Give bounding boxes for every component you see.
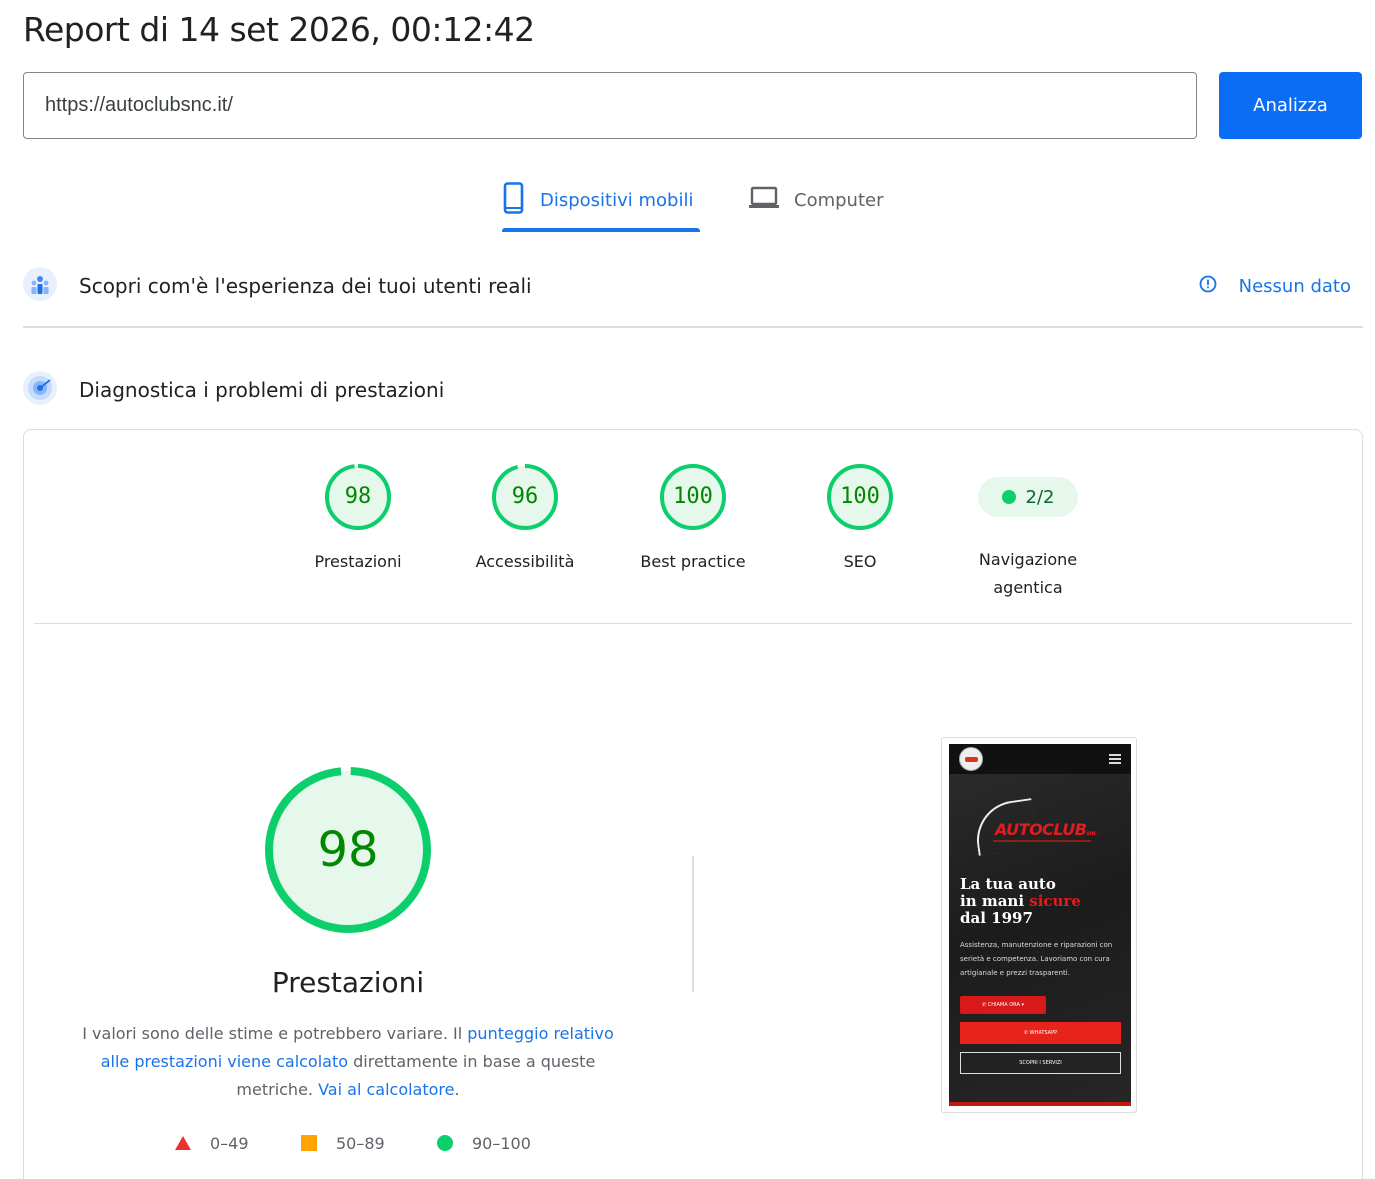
tab-desktop-label: Computer (794, 189, 884, 211)
score-legend: 0–49 50–89 90–100 (174, 1130, 594, 1156)
lab-data-title: Diagnostica i problemi di prestazioni (79, 378, 445, 402)
site-headline: La tua auto in mani sicure dal 1997 (960, 876, 1081, 927)
headline-line2b: sicure (1029, 892, 1081, 910)
performance-description: I valori sono delle stime e potrebbero v… (68, 1020, 628, 1104)
agentic-label-line1: Navigazione (978, 550, 1078, 569)
agentic-label-line2: agentica (993, 578, 1063, 597)
pass-dot-icon (1001, 490, 1016, 504)
calculator-link[interactable]: Vai al calcolatore (318, 1080, 454, 1099)
active-tab-indicator (502, 228, 700, 232)
tab-desktop[interactable]: Computer (748, 172, 908, 228)
gauge-accessibility[interactable]: 96 Accessibilità (455, 462, 595, 576)
site-call-button: ✆ CHIAMA ORA ▾ (960, 996, 1046, 1014)
site-logo (959, 747, 983, 771)
no-data-label: Nessun dato (1238, 275, 1351, 297)
gauge-label: SEO (843, 552, 877, 571)
gauge-label: Best practice (640, 552, 746, 571)
screenshot-bottom-bar (949, 1102, 1131, 1106)
device-tabs: Dispositivi mobili Computer (0, 172, 1375, 232)
gauge-score: 100 (840, 484, 880, 509)
screenshot-screen: AUTOCLUBsnc La tua auto in mani sicure d… (949, 744, 1131, 1106)
gauge-score: 96 (511, 484, 539, 509)
legend-pass-label: 90–100 (472, 1133, 531, 1153)
site-paragraph: Assistenza, manutenzione e riparazioni c… (960, 941, 1113, 977)
analyze-button[interactable]: Analizza (1219, 72, 1362, 139)
legend-pass: 90–100 (436, 1130, 531, 1156)
legend-fail-label: 0–49 (210, 1133, 249, 1153)
agentic-value: 2/2 (1025, 486, 1055, 508)
category-gauges: 98 Prestazioni 96 Accessibilità 100 Best… (24, 462, 1362, 612)
gauge-best-practices[interactable]: 100 Best practice (623, 462, 763, 576)
gauge-seo[interactable]: 100 SEO (790, 462, 930, 576)
headline-line3: dal 1997 (960, 909, 1033, 927)
legend-fail: 0–49 (174, 1130, 249, 1156)
laptop-icon (748, 185, 794, 216)
lab-data-icon (23, 371, 57, 409)
gauge-label: Prestazioni (314, 552, 402, 571)
desc-text-1: I valori sono delle stime e potrebbero v… (82, 1024, 468, 1043)
headline-line2a: in mani (960, 892, 1030, 910)
url-input[interactable] (23, 72, 1197, 139)
square-icon (301, 1135, 317, 1151)
performance-title: Prestazioni (271, 966, 425, 999)
phone-icon (502, 181, 540, 219)
desc-text-3: . (454, 1080, 460, 1099)
no-data-link[interactable]: Nessun dato (1199, 268, 1351, 304)
site-whatsapp-button: ✆ WHATSAPP (960, 1022, 1121, 1044)
card-divider (34, 623, 1352, 624)
tab-mobile[interactable]: Dispositivi mobili (502, 172, 700, 228)
final-screenshot[interactable]: AUTOCLUBsnc La tua auto in mani sicure d… (941, 737, 1137, 1113)
hamburger-menu-icon (1109, 754, 1121, 766)
gauge-performance[interactable]: 98 Prestazioni (288, 462, 428, 576)
report-card: 98 Prestazioni 96 Accessibilità 100 Best… (23, 429, 1363, 1179)
circle-icon (437, 1135, 453, 1151)
gauge-score: 100 (673, 484, 713, 509)
field-data-icon (23, 267, 57, 305)
vertical-separator (692, 856, 694, 992)
screenshot-header (949, 744, 1131, 774)
site-services-button: SCOPRI I SERVIZI (960, 1052, 1121, 1074)
headline-line1: La tua auto (960, 875, 1056, 893)
gauge-label: Accessibilità (475, 552, 575, 571)
tab-mobile-label: Dispositivi mobili (540, 189, 694, 211)
legend-average-label: 50–89 (336, 1133, 385, 1153)
performance-score: 98 (317, 822, 379, 878)
section-divider (23, 326, 1363, 328)
info-icon (1199, 275, 1239, 298)
field-data-title: Scopri com'è l'esperienza dei tuoi utent… (79, 274, 532, 298)
gauge-score: 98 (344, 484, 372, 509)
report-title: Report di 14 set 2026, 00:12:42 (23, 10, 535, 49)
site-brand-suffix: snc (1086, 830, 1097, 837)
site-brand-name: AUTOCLUB (995, 820, 1087, 839)
lab-data-section: Diagnostica i problemi di prestazioni (23, 371, 1363, 409)
agentic-badge[interactable]: 2/2 (978, 477, 1078, 517)
triangle-icon (175, 1136, 191, 1150)
brand-underline (993, 840, 1091, 842)
field-data-section: Scopri com'è l'esperienza dei tuoi utent… (23, 267, 1363, 305)
site-brand: AUTOCLUBsnc (995, 820, 1097, 839)
legend-average: 50–89 (300, 1130, 385, 1156)
agentic-label: Navigazione agentica (954, 546, 1102, 602)
